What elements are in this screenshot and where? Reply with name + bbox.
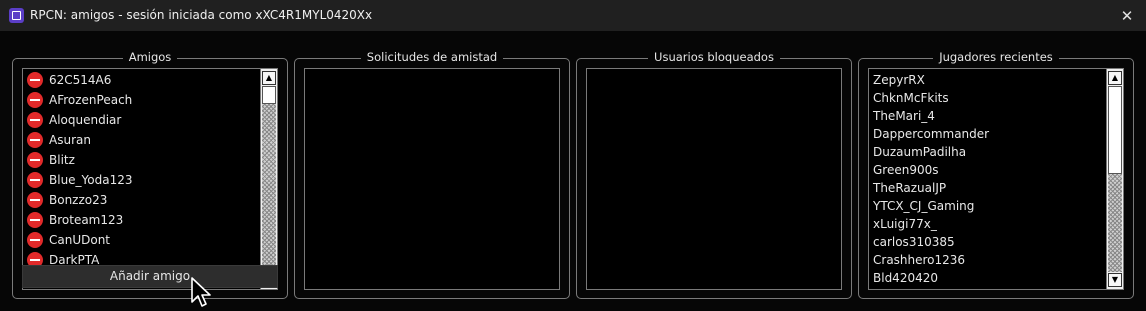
recent-player-item[interactable]: Green900s <box>873 160 939 180</box>
recent-player-item[interactable]: Bld420420 <box>873 268 938 288</box>
scroll-up-icon[interactable]: ▲ <box>262 71 276 85</box>
friend-name: Blitz <box>49 153 75 167</box>
recent-player-item[interactable]: TheMari_4 <box>873 106 935 126</box>
scroll-up-icon[interactable]: ▲ <box>1108 71 1122 85</box>
friends-group-title: Amigos <box>122 50 178 64</box>
recent-player-item[interactable]: YTCX_CJ_Gaming <box>873 196 974 216</box>
app-icon <box>9 8 24 23</box>
friend-name: Aloquendiar <box>49 113 122 127</box>
friend-name: Broteam123 <box>49 213 124 227</box>
scroll-thumb[interactable] <box>1108 86 1122 174</box>
friend-name: Asuran <box>49 133 91 147</box>
friend-item[interactable]: Asuran <box>27 130 91 150</box>
recent-player-item[interactable]: ChknMcFkits <box>873 88 949 108</box>
offline-status-icon <box>27 92 43 108</box>
friend-name: Blue_Yoda123 <box>49 173 133 187</box>
friend-item[interactable]: 62C514A6 <box>27 70 111 90</box>
friend-name: AFrozenPeach <box>49 93 133 107</box>
offline-status-icon <box>27 152 43 168</box>
friend-item[interactable]: Bonzzo23 <box>27 190 107 210</box>
recent-player-item[interactable]: carlos310385 <box>873 232 955 252</box>
friend-item[interactable]: Blitz <box>27 150 75 170</box>
mouse-cursor-icon <box>191 277 211 307</box>
recent-player-item[interactable]: Crashhero1236 <box>873 250 965 270</box>
add-friend-button[interactable]: Añadir amigo <box>22 265 278 288</box>
close-icon[interactable]: ✕ <box>1116 5 1138 27</box>
blocked-group-title: Usuarios bloqueados <box>648 50 780 64</box>
title-bar: RPCN: amigos - sesión iniciada como xXC4… <box>0 0 1146 31</box>
recent-player-item[interactable]: TheRazualJP <box>873 178 946 198</box>
offline-status-icon <box>27 112 43 128</box>
offline-status-icon <box>27 212 43 228</box>
friend-item[interactable]: CanUDont <box>27 230 110 250</box>
recent-player-item[interactable]: xLuigi77x_ <box>873 214 937 234</box>
offline-status-icon <box>27 132 43 148</box>
blocked-list[interactable] <box>586 68 842 290</box>
offline-status-icon <box>27 72 43 88</box>
recent-player-item[interactable]: ZepyrRX <box>873 70 925 90</box>
friends-list[interactable]: 62C514A6 AFrozenPeach Aloquendiar Asuran… <box>22 68 278 290</box>
scroll-thumb[interactable] <box>262 86 276 104</box>
offline-status-icon <box>27 192 43 208</box>
requests-group-title: Solicitudes de amistad <box>360 50 504 64</box>
friends-scrollbar[interactable]: ▲ ▼ <box>260 69 277 289</box>
scroll-down-icon[interactable]: ▼ <box>1108 273 1122 287</box>
friend-item[interactable]: Aloquendiar <box>27 110 121 130</box>
recent-group-title: Jugadores recientes <box>933 50 1059 64</box>
recent-player-item[interactable]: DuzaumPadilha <box>873 142 966 162</box>
window-content: Amigos 62C514A6 AFrozenPeach Aloquendiar… <box>0 31 1146 311</box>
recent-scrollbar[interactable]: ▲ ▼ <box>1106 69 1123 289</box>
offline-status-icon <box>27 232 43 248</box>
recent-player-item[interactable]: Dappercommander <box>873 124 989 144</box>
friend-item[interactable]: AFrozenPeach <box>27 90 132 110</box>
offline-status-icon <box>27 172 43 188</box>
recent-list[interactable]: ZepyrRX ChknMcFkits TheMari_4 Dappercomm… <box>868 68 1124 290</box>
scroll-track[interactable] <box>262 86 276 272</box>
friend-name: CanUDont <box>49 233 111 247</box>
friend-item[interactable]: Broteam123 <box>27 210 123 230</box>
friend-name: Bonzzo23 <box>49 193 108 207</box>
friend-name: 62C514A6 <box>49 73 112 87</box>
friend-item[interactable]: Blue_Yoda123 <box>27 170 133 190</box>
window-title: RPCN: amigos - sesión iniciada como xXC4… <box>30 8 373 22</box>
requests-list[interactable] <box>304 68 560 290</box>
